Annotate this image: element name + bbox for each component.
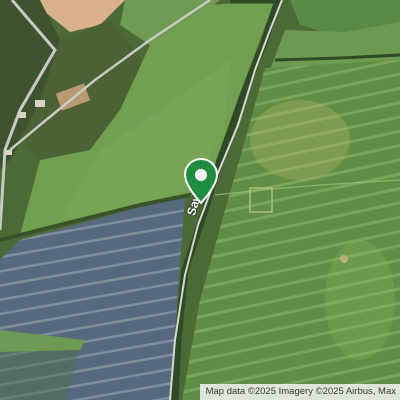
field-patch — [250, 100, 350, 180]
field-mark — [340, 255, 348, 263]
location-pin-icon[interactable] — [184, 158, 218, 204]
building — [35, 100, 45, 107]
map-attribution[interactable]: Map data ©2025 Imagery ©2025 Airbus, Max — [199, 384, 400, 400]
field-patch — [325, 240, 395, 360]
building — [5, 150, 12, 155]
satellite-map[interactable]: Sawyer Map data ©2025 Imagery ©2025 Airb… — [0, 0, 400, 400]
building — [18, 112, 26, 118]
